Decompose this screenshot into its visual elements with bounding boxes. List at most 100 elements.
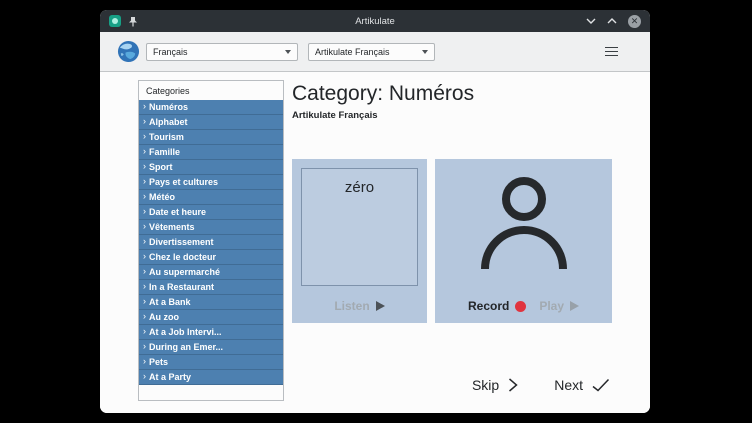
sidebar-item[interactable]: ›Pays et cultures: [139, 175, 283, 190]
globe-icon: [117, 40, 140, 63]
close-icon[interactable]: ✕: [628, 15, 641, 28]
minimize-icon[interactable]: [586, 17, 596, 25]
sidebar-item-label: Date et heure: [149, 207, 206, 217]
chevron-right-icon: ›: [143, 177, 146, 186]
main-panel: Category: Numéros Artikulate Français zé…: [292, 80, 612, 401]
sidebar-item[interactable]: ›Vêtements: [139, 220, 283, 235]
toolbar: Français Artikulate Français: [100, 32, 650, 72]
skip-label: Skip: [472, 377, 499, 393]
app-icon: [109, 15, 121, 27]
sidebar-item[interactable]: ›Tourism: [139, 130, 283, 145]
sidebar-item[interactable]: ›Divertissement: [139, 235, 283, 250]
person-icon: [475, 171, 573, 282]
sidebar-item[interactable]: ›Chez le docteur: [139, 250, 283, 265]
chevron-right-icon: ›: [143, 162, 146, 171]
sidebar-item[interactable]: ›At a Party: [139, 370, 283, 385]
record-label: Record: [468, 299, 509, 313]
chevron-right-icon: ›: [143, 357, 146, 366]
chevron-right-icon: ›: [143, 132, 146, 141]
categories-header: Categories: [139, 81, 283, 100]
sidebar-item-label: Chez le docteur: [149, 252, 216, 262]
chevron-right-icon: ›: [143, 282, 146, 291]
chevron-right-icon: ›: [143, 192, 146, 201]
chevron-right-icon: [508, 377, 518, 393]
page-subtitle: Artikulate Français: [292, 110, 612, 121]
sidebar-item-label: Alphabet: [149, 117, 188, 127]
pin-icon[interactable]: [128, 16, 138, 27]
titlebar: Artikulate ✕: [100, 10, 650, 32]
listen-card: zéro Listen: [292, 159, 427, 323]
sidebar-item-label: Sport: [149, 162, 173, 172]
chevron-right-icon: ›: [143, 297, 146, 306]
chevron-down-icon: [285, 50, 291, 54]
sidebar-item[interactable]: ›Date et heure: [139, 205, 283, 220]
record-button[interactable]: Record: [468, 299, 526, 313]
window-title: Artikulate: [100, 16, 650, 27]
chevron-right-icon: ›: [143, 252, 146, 261]
play-label: Play: [539, 299, 564, 313]
chevron-right-icon: ›: [143, 117, 146, 126]
chevron-right-icon: ›: [143, 342, 146, 351]
sidebar-item[interactable]: ›Alphabet: [139, 115, 283, 130]
phrase-box: zéro: [301, 168, 418, 286]
chevron-right-icon: ›: [143, 372, 146, 381]
course-select-value: Artikulate Français: [315, 47, 390, 57]
page-title: Category: Numéros: [292, 82, 612, 106]
sidebar-item[interactable]: ›Au zoo: [139, 310, 283, 325]
chevron-right-icon: ›: [143, 237, 146, 246]
phrase-text: zéro: [345, 179, 374, 196]
sidebar-item-label: At a Bank: [149, 297, 191, 307]
sidebar-item-label: At a Job Intervi...: [149, 327, 222, 337]
sidebar-item-label: Numéros: [149, 102, 188, 112]
sidebar-item-label: During an Emer...: [149, 342, 223, 352]
app-window: Artikulate ✕ Franç: [100, 10, 650, 413]
listen-label: Listen: [334, 299, 369, 313]
sidebar-item-label: Au zoo: [149, 312, 179, 322]
sidebar-item[interactable]: ›During an Emer...: [139, 340, 283, 355]
sidebar-item-label: Tourism: [149, 132, 184, 142]
sidebar-item-label: Vêtements: [149, 222, 195, 232]
sidebar-item-label: Famille: [149, 147, 180, 157]
play-triangle-icon: [376, 301, 385, 311]
menu-icon[interactable]: [603, 44, 620, 60]
record-card: Record Play: [435, 159, 612, 323]
chevron-right-icon: ›: [143, 267, 146, 276]
sidebar-item[interactable]: ›Sport: [139, 160, 283, 175]
chevron-right-icon: ›: [143, 222, 146, 231]
categories-panel: Categories ›Numéros›Alphabet›Tourism›Fam…: [138, 80, 284, 401]
maximize-icon[interactable]: [607, 17, 617, 25]
desktop-background: Artikulate ✕ Franç: [0, 0, 752, 423]
sidebar-item-label: Météo: [149, 192, 175, 202]
sidebar-item[interactable]: ›Famille: [139, 145, 283, 160]
chevron-right-icon: ›: [143, 102, 146, 111]
content-area: Categories ›Numéros›Alphabet›Tourism›Fam…: [100, 72, 650, 413]
sidebar-item[interactable]: ›In a Restaurant: [139, 280, 283, 295]
sidebar-items: ›Numéros›Alphabet›Tourism›Famille›Sport›…: [139, 100, 283, 385]
sidebar-item[interactable]: ›Pets: [139, 355, 283, 370]
next-button[interactable]: Next: [554, 377, 610, 393]
course-select[interactable]: Artikulate Français: [308, 43, 435, 61]
sidebar-item-label: In a Restaurant: [149, 282, 214, 292]
record-dot-icon: [515, 301, 526, 312]
sidebar-item-label: At a Party: [149, 372, 191, 382]
play-triangle-icon: [570, 301, 579, 311]
sidebar-item[interactable]: ›Numéros: [139, 100, 283, 115]
footer-actions: Skip Next: [292, 377, 612, 393]
sidebar-item[interactable]: ›At a Bank: [139, 295, 283, 310]
listen-button[interactable]: Listen: [334, 299, 384, 313]
language-select-value: Français: [153, 47, 188, 57]
sidebar-item-label: Pays et cultures: [149, 177, 218, 187]
next-label: Next: [554, 377, 583, 393]
chevron-right-icon: ›: [143, 207, 146, 216]
sidebar-item[interactable]: ›Météo: [139, 190, 283, 205]
language-select[interactable]: Français: [146, 43, 298, 61]
sidebar-item[interactable]: ›At a Job Intervi...: [139, 325, 283, 340]
play-button[interactable]: Play: [539, 299, 579, 313]
sidebar-item-label: Pets: [149, 357, 168, 367]
sidebar-item-label: Divertissement: [149, 237, 214, 247]
sidebar-item[interactable]: ›Au supermarché: [139, 265, 283, 280]
chevron-right-icon: ›: [143, 327, 146, 336]
skip-button[interactable]: Skip: [472, 377, 518, 393]
sidebar-item-label: Au supermarché: [149, 267, 220, 277]
training-cards: zéro Listen: [292, 159, 612, 323]
